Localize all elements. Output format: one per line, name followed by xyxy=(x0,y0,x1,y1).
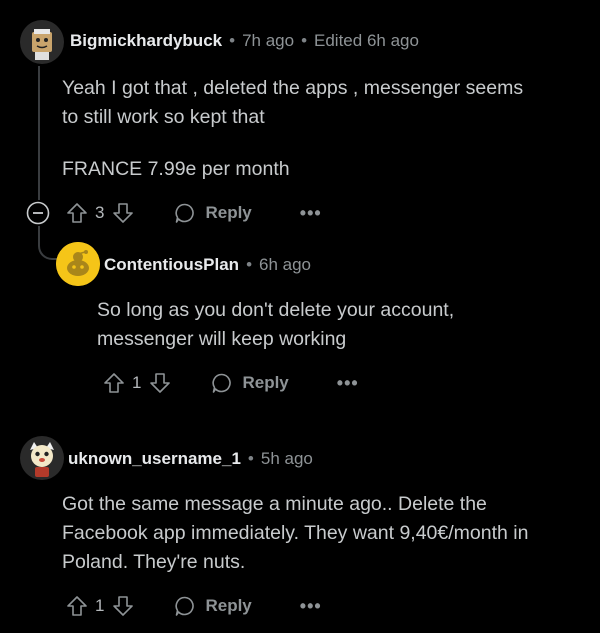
downvote-icon[interactable] xyxy=(112,595,134,617)
vote-count: 3 xyxy=(95,203,105,222)
comment-body: Got the same message a minute ago.. Dele… xyxy=(62,490,528,577)
username[interactable]: uknown_username_1 xyxy=(68,449,241,469)
reply-icon xyxy=(174,595,205,617)
upvote-icon[interactable] xyxy=(66,595,88,617)
reply-button[interactable]: Reply xyxy=(211,372,289,394)
edited-label: Edited 6h ago xyxy=(314,31,419,50)
avatar[interactable] xyxy=(20,20,64,64)
vote-count: 1 xyxy=(132,373,142,392)
avatar[interactable] xyxy=(20,436,64,480)
comment-body: Yeah I got that , deleted the apps , mes… xyxy=(62,74,523,132)
timestamp: 7h ago xyxy=(242,31,295,50)
reply-button[interactable]: Reply xyxy=(174,595,252,617)
comment-header: Bigmickhardybuck • 7h ago • Edited 6h ag… xyxy=(70,31,419,51)
avatar[interactable] xyxy=(56,242,100,286)
upvote-icon[interactable] xyxy=(66,202,88,224)
comment-header: ContentiousPlan • 6h ago xyxy=(104,255,311,275)
comment-actions: 1 Reply ••• xyxy=(66,591,322,621)
comment-line: Poland. They're nuts. xyxy=(62,551,246,573)
comment-actions: 1 Reply ••• xyxy=(103,368,359,398)
reply-label: Reply xyxy=(242,373,289,392)
downvote-icon[interactable] xyxy=(149,372,171,394)
comment-header: uknown_username_1 • 5h ago xyxy=(68,449,313,469)
separator-dot: • xyxy=(301,31,308,50)
comment-actions: 3 Reply ••• xyxy=(66,198,322,228)
comment-extra-line: FRANCE 7.99e per month xyxy=(62,158,290,180)
comment-line: So long as you don't delete your account… xyxy=(97,299,455,321)
reply-icon xyxy=(174,202,205,224)
more-options-button[interactable]: ••• xyxy=(337,373,359,394)
comment-body: So long as you don't delete your account… xyxy=(97,296,454,354)
timestamp: 5h ago xyxy=(260,449,313,468)
more-options-button[interactable]: ••• xyxy=(300,596,322,617)
username[interactable]: Bigmickhardybuck xyxy=(70,31,222,51)
upvote-icon[interactable] xyxy=(103,372,125,394)
comment-line: Yeah I got that , deleted the apps , mes… xyxy=(62,77,524,99)
separator-dot: • xyxy=(247,449,254,468)
reply-icon xyxy=(211,372,242,394)
downvote-icon[interactable] xyxy=(112,202,134,224)
collapse-icon[interactable] xyxy=(26,201,50,225)
username[interactable]: ContentiousPlan xyxy=(104,255,239,275)
thread-line xyxy=(38,66,40,200)
comment-line: to still work so kept that xyxy=(62,106,265,128)
reply-label: Reply xyxy=(205,596,252,615)
reply-label: Reply xyxy=(205,203,252,222)
reply-button[interactable]: Reply xyxy=(174,202,252,224)
comment-line: messenger will keep working xyxy=(97,328,347,350)
timestamp: 6h ago xyxy=(259,255,312,274)
more-options-button[interactable]: ••• xyxy=(300,203,322,224)
separator-dot: • xyxy=(246,255,253,274)
separator-dot: • xyxy=(229,31,236,50)
vote-count: 1 xyxy=(95,596,105,615)
comment-line: Got the same message a minute ago.. Dele… xyxy=(62,493,487,515)
comment-line: Facebook app immediately. They want 9,40… xyxy=(62,522,529,544)
